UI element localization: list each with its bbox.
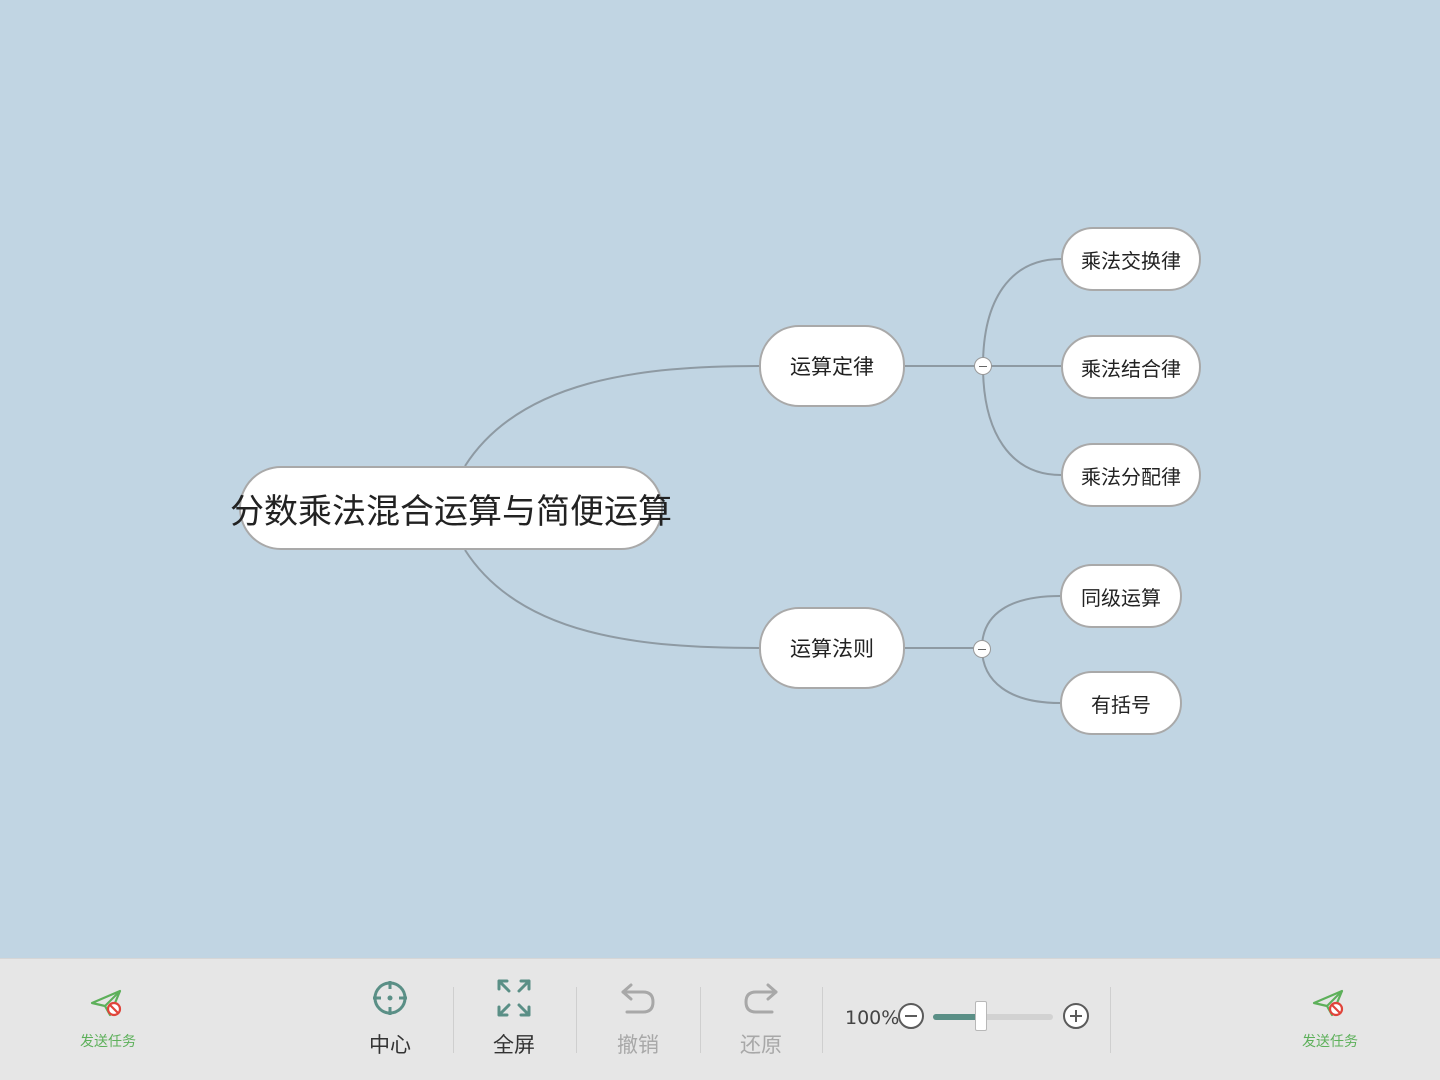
expand-arrows-icon (494, 975, 534, 1021)
fullscreen-label: 全屏 (493, 1033, 535, 1057)
collapse-toggle-laws[interactable] (974, 357, 992, 375)
undo-button[interactable]: 撤销 (588, 971, 688, 1067)
leaf-node[interactable]: 乘法结合律 (1061, 335, 1201, 399)
toolbar-divider (822, 987, 823, 1053)
link-line (981, 595, 1061, 649)
bottom-toolbar: 发送任务 中心 全屏 撤销 还原 100% 发送任务 (0, 958, 1440, 1080)
mindmap-canvas[interactable]: 分数乘法混合运算与简便运算 运算定律 乘法交换律 乘法结合律 乘法分配律 运算法… (0, 0, 1440, 958)
undo-label: 撤销 (617, 1033, 659, 1057)
center-label: 中心 (369, 1033, 411, 1057)
center-button[interactable]: 中心 (340, 971, 440, 1067)
undo-arrow-icon (618, 975, 658, 1021)
paper-plane-blocked-icon (1312, 987, 1348, 1025)
leaf-node[interactable]: 乘法分配律 (1061, 443, 1201, 507)
zoom-out-button[interactable] (898, 1003, 924, 1029)
leaf-node[interactable]: 有括号 (1060, 671, 1182, 735)
link-line (982, 365, 1062, 476)
zoom-slider-handle[interactable] (975, 1001, 987, 1031)
paper-plane-blocked-icon (90, 987, 126, 1025)
collapse-toggle-rules[interactable] (973, 640, 991, 658)
link-line (464, 365, 760, 467)
redo-button[interactable]: 还原 (711, 971, 811, 1067)
toolbar-divider (453, 987, 454, 1053)
zoom-slider-fill (933, 1014, 981, 1020)
branch-node-laws[interactable]: 运算定律 (759, 325, 905, 407)
send-task-button-right[interactable]: 发送任务 (1290, 987, 1370, 1057)
link-line (982, 258, 1062, 367)
branch-node-rules[interactable]: 运算法则 (759, 607, 905, 689)
toolbar-divider (700, 987, 701, 1053)
plus-icon-vertical (1075, 1010, 1077, 1022)
root-node[interactable]: 分数乘法混合运算与简便运算 (230, 466, 672, 550)
link-line (981, 647, 1061, 704)
zoom-level-text: 100% (845, 1007, 900, 1029)
zoom-in-button[interactable] (1063, 1003, 1089, 1029)
mindmap-links (464, 258, 1062, 704)
send-task-label: 发送任务 (80, 1034, 136, 1050)
crosshair-icon (370, 975, 410, 1021)
zoom-slider[interactable] (933, 1014, 1053, 1020)
send-task-button[interactable]: 发送任务 (68, 987, 148, 1057)
minus-icon (905, 1015, 917, 1017)
leaf-node[interactable]: 乘法交换律 (1061, 227, 1201, 291)
fullscreen-button[interactable]: 全屏 (464, 971, 564, 1067)
send-task-label: 发送任务 (1302, 1034, 1358, 1050)
leaf-node[interactable]: 同级运算 (1060, 564, 1182, 628)
link-line (464, 549, 760, 649)
redo-label: 还原 (740, 1033, 782, 1057)
redo-arrow-icon (741, 975, 781, 1021)
toolbar-divider (1110, 987, 1111, 1053)
toolbar-divider (576, 987, 577, 1053)
